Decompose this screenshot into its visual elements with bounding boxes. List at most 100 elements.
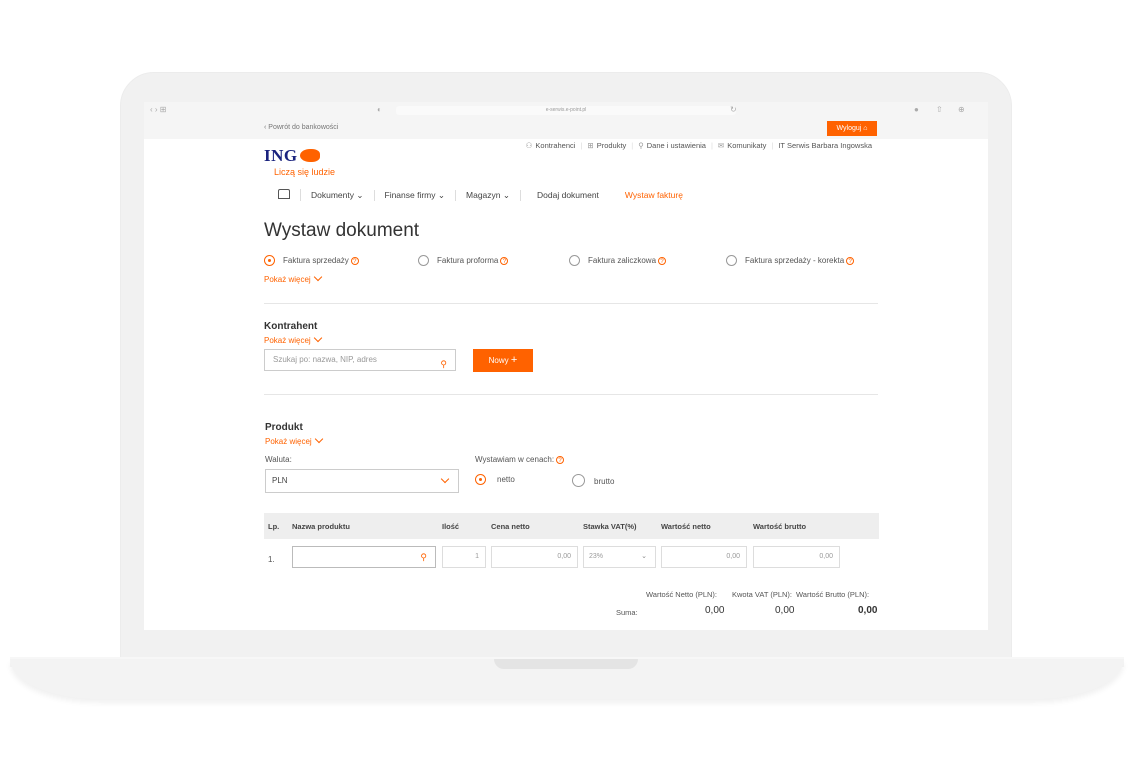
- download-icon[interactable]: ●: [914, 105, 919, 114]
- radio-selected: [264, 255, 275, 266]
- nav-label: Finanse firmy: [384, 189, 436, 200]
- gross-value-input[interactable]: 0,00: [753, 546, 840, 568]
- doc-type-label: Faktura zaliczkowa: [588, 256, 657, 265]
- back-to-bank-link[interactable]: ‹ Powrót do bankowości: [264, 124, 338, 131]
- net-value-input[interactable]: 0,00: [661, 546, 747, 568]
- top-link-kontrahenci[interactable]: ⚇ Kontrahenci: [526, 141, 576, 150]
- contractor-search-input[interactable]: Szukaj po: nazwa, NIP, adres ⚲: [264, 349, 456, 371]
- share-icon[interactable]: ⇧: [936, 105, 943, 114]
- logo-text: ING: [264, 146, 298, 165]
- price-mode-label: Wystawiam w cenach:?: [475, 455, 565, 464]
- divider: [264, 303, 878, 304]
- logo-tagline: Liczą się ludzie: [274, 167, 336, 177]
- net-price-input[interactable]: 0,00: [491, 546, 578, 568]
- divider: [264, 394, 878, 395]
- address-bar[interactable]: e-serwis.e-point.pl: [396, 106, 736, 115]
- price-mode-label-text: Wystawiam w cenach:: [475, 455, 555, 464]
- col-header-net-value: Wartość netto: [661, 522, 711, 531]
- col-header-vat: Stawka VAT(%): [583, 522, 637, 531]
- browser-nav-controls[interactable]: ‹ › ⊞: [150, 105, 166, 114]
- row-lp: 1.: [268, 555, 275, 564]
- doc-type-faktura-sprzedazy[interactable]: Faktura sprzedaży?: [264, 255, 359, 266]
- help-icon[interactable]: ?: [500, 257, 509, 265]
- mail-icon: ✉: [717, 141, 725, 150]
- logout-button[interactable]: Wyloguj ⌂: [827, 121, 877, 136]
- vat-value: 23%: [589, 553, 604, 560]
- currency-select[interactable]: PLN: [265, 469, 459, 493]
- top-link-label: Dane i ustawienia: [646, 141, 706, 150]
- search-icon[interactable]: ⚲: [440, 354, 447, 374]
- chevron-down-icon: ⌄: [641, 553, 647, 560]
- lion-icon: [299, 149, 320, 162]
- vat-select[interactable]: 23% ⌄: [583, 546, 656, 568]
- show-more-doc-types[interactable]: Pokaż więcej: [264, 272, 322, 284]
- show-more-contractor[interactable]: Pokaż więcej: [264, 333, 322, 345]
- currency-value: PLN: [272, 476, 288, 485]
- top-link-settings[interactable]: ⚲ Dane i ustawienia: [638, 141, 706, 150]
- divider: |: [771, 141, 774, 150]
- radio-unselected: [726, 255, 737, 266]
- help-icon[interactable]: ?: [556, 456, 565, 464]
- shield-icon: ◐: [377, 105, 382, 114]
- summary-vat-value: 0,00: [775, 605, 795, 616]
- page-title: Wystaw dokument: [264, 220, 420, 241]
- browser-toolbar: ‹ › ⊞ ◐ e-serwis.e-point.pl ↻ ● ⇧ ⊕: [144, 102, 988, 120]
- show-more-label: Pokaż więcej: [264, 275, 311, 284]
- summary-gross-value: 0,00: [858, 605, 878, 616]
- ing-logo[interactable]: ING Liczą się ludzie: [264, 146, 335, 177]
- top-link-produkty[interactable]: ⊞ Produkty: [587, 141, 626, 150]
- nav-item-dokumenty[interactable]: Dokumenty ⌄: [301, 189, 375, 201]
- chevron-down-icon: ⌄: [437, 189, 446, 200]
- laptop-notch: [494, 659, 638, 669]
- doc-type-label: Faktura sprzedaży - korekta: [745, 256, 845, 265]
- price-mode-brutto[interactable]: brutto: [572, 474, 614, 487]
- quantity-input[interactable]: 1: [442, 546, 486, 568]
- main-nav: Dokumenty ⌄ Finanse firmy ⌄ Magazyn ⌄ Do…: [268, 189, 693, 201]
- summary-label: Suma:: [616, 608, 638, 617]
- radio-unselected: [418, 255, 429, 266]
- product-name-input[interactable]: ⚲: [292, 546, 436, 568]
- doc-type-faktura-proforma[interactable]: Faktura proforma?: [418, 255, 509, 266]
- chevron-down-icon: ⌄: [356, 189, 364, 200]
- reload-icon[interactable]: ↻: [730, 105, 737, 114]
- top-link-label: Komunikaty: [727, 141, 767, 150]
- top-link-label: Kontrahenci: [535, 141, 576, 150]
- tabs-icon[interactable]: ⊕: [958, 105, 965, 114]
- grid-icon: ⊞: [587, 141, 594, 150]
- chevron-down-icon: [313, 333, 322, 343]
- price-mode-netto[interactable]: netto: [475, 474, 515, 485]
- nav-item-wystaw-fakture[interactable]: Wystaw fakturę: [615, 190, 693, 200]
- radio-selected: [475, 474, 486, 485]
- search-placeholder: Szukaj po: nazwa, NIP, adres: [273, 355, 377, 364]
- nav-home[interactable]: [268, 189, 301, 201]
- new-button-label: Nowy: [488, 356, 509, 365]
- top-link-company[interactable]: IT Serwis Barbara Ingowska: [778, 141, 872, 150]
- new-contractor-button[interactable]: Nowy +: [473, 349, 533, 372]
- help-icon[interactable]: ?: [658, 257, 667, 265]
- summary-net-value: 0,00: [705, 605, 725, 616]
- help-icon[interactable]: ?: [350, 257, 359, 265]
- summary-net-header: Wartość Netto (PLN):: [646, 590, 717, 599]
- col-header-net-price: Cena netto: [491, 522, 530, 531]
- summary-gross-header: Wartość Brutto (PLN):: [796, 590, 870, 599]
- col-header-lp: Lp.: [268, 522, 280, 531]
- divider: |: [631, 141, 634, 150]
- user-icon: ⚲: [638, 141, 644, 150]
- help-icon[interactable]: ?: [846, 257, 855, 265]
- sub-header: ‹ Powrót do bankowości Wyloguj ⌂: [144, 119, 988, 139]
- top-link-messages[interactable]: ✉ Komunikaty: [718, 141, 766, 150]
- nav-label: Magazyn: [466, 189, 501, 200]
- nav-item-finanse[interactable]: Finanse firmy ⌄: [375, 189, 457, 201]
- people-icon: ⚇: [525, 141, 533, 150]
- search-icon[interactable]: ⚲: [420, 547, 427, 567]
- nav-item-magazyn[interactable]: Magazyn ⌄: [456, 189, 522, 201]
- nav-label: Dokumenty: [311, 189, 354, 200]
- nav-item-dodaj-dokument[interactable]: Dodaj dokument: [521, 190, 615, 200]
- radio-unselected: [569, 255, 580, 266]
- doc-type-faktura-korekta[interactable]: Faktura sprzedaży - korekta?: [726, 255, 855, 266]
- doc-type-faktura-zaliczkowa[interactable]: Faktura zaliczkowa?: [569, 255, 667, 266]
- col-header-gross-value: Wartość brutto: [753, 522, 807, 531]
- doc-type-label: Faktura sprzedaży: [283, 256, 349, 265]
- divider: |: [710, 141, 713, 150]
- show-more-product[interactable]: Pokaż więcej: [265, 434, 323, 446]
